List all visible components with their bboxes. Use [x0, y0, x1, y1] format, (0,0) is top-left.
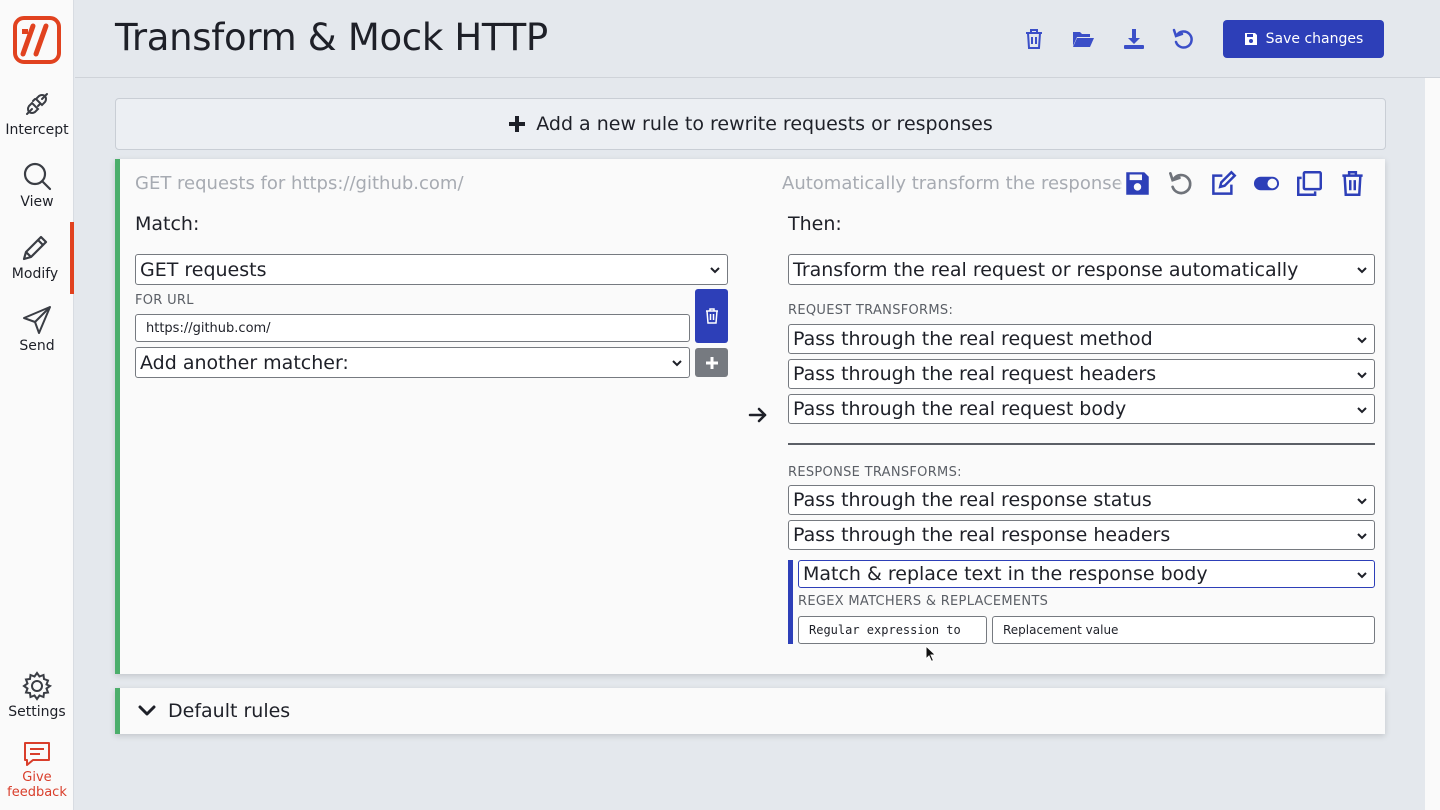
sidebar-item-label: Intercept — [5, 122, 69, 138]
save-button-label: Save changes — [1265, 31, 1364, 47]
feedback-icon — [24, 742, 50, 766]
sidebar-item-view[interactable]: View — [0, 160, 74, 230]
for-url-label: FOR URL — [135, 293, 194, 308]
undo-icon[interactable] — [1171, 27, 1195, 51]
default-rules-label: Default rules — [168, 700, 291, 722]
match-label: Match: — [135, 213, 200, 235]
action-select[interactable]: Transform the real request or response a… — [788, 254, 1375, 285]
edit-icon[interactable] — [1210, 170, 1237, 197]
sidebar-item-feedback[interactable]: Give feedback — [0, 740, 74, 810]
toggle-on-icon[interactable] — [1253, 170, 1280, 197]
page-title: Transform & Mock HTTP — [115, 16, 548, 59]
undo-icon[interactable] — [1167, 170, 1194, 197]
save-icon — [1244, 33, 1257, 45]
folder-open-icon[interactable] — [1071, 27, 1095, 51]
save-changes-button[interactable]: Save changes — [1223, 20, 1384, 58]
request-body-transform-select[interactable]: Pass through the real request body — [788, 394, 1375, 424]
regex-matchers-label: REGEX MATCHERS & REPLACEMENTS — [798, 594, 1049, 609]
header: Transform & Mock HTTP Save changes — [75, 0, 1440, 78]
sidebar-item-label: Settings — [8, 704, 66, 720]
sidebar-item-intercept[interactable]: Intercept — [0, 88, 74, 158]
save-icon[interactable] — [1124, 170, 1151, 197]
feedback-label: Give feedback — [0, 770, 74, 800]
download-icon[interactable] — [1122, 27, 1146, 51]
response-headers-transform-select[interactable]: Pass through the real response headers — [788, 520, 1375, 550]
paper-plane-icon — [23, 306, 51, 334]
chevron-down-icon — [672, 360, 682, 367]
delete-matcher-button[interactable] — [695, 289, 728, 343]
plus-icon — [509, 116, 526, 132]
regex-input[interactable]: Regular expression to — [798, 616, 987, 644]
search-icon — [23, 162, 52, 191]
divider — [788, 443, 1375, 445]
replacement-input[interactable]: Replacement value — [992, 616, 1375, 644]
app-logo-icon — [13, 16, 61, 64]
gear-icon — [22, 671, 53, 701]
response-body-transform-block: Match & replace text in the response bod… — [788, 560, 1375, 644]
request-transforms-label: REQUEST TRANSFORMS: — [788, 303, 954, 318]
feedback-label-line1: Give — [22, 770, 52, 785]
pencil-icon — [22, 235, 48, 261]
then-label: Then: — [788, 213, 842, 235]
add-matcher-select-value: Add another matcher: — [140, 351, 349, 374]
trash-icon[interactable] — [1022, 27, 1046, 51]
plus-icon — [705, 356, 718, 369]
add-matcher-button[interactable] — [695, 348, 728, 377]
select-value: Pass through the real request method — [793, 328, 1153, 350]
chevron-down-icon — [1357, 498, 1367, 505]
chevron-down-icon — [1357, 407, 1367, 414]
chevron-down-icon — [710, 267, 720, 274]
sidebar-item-label: Modify — [11, 266, 59, 282]
mouse-cursor-icon — [925, 645, 937, 663]
default-rules-toggle[interactable]: Default rules — [115, 688, 1385, 734]
trash-icon — [705, 308, 718, 324]
select-value: Pass through the real request headers — [793, 363, 1157, 385]
chevron-down-icon — [1357, 372, 1367, 379]
chevron-down-icon — [1357, 572, 1367, 579]
action-select-value: Transform the real request or response a… — [793, 258, 1299, 281]
clone-icon[interactable] — [1296, 170, 1323, 197]
request-headers-transform-select[interactable]: Pass through the real request headers — [788, 359, 1375, 389]
plug-icon — [26, 93, 48, 115]
rule-action-summary: Automatically transform the response — [782, 173, 1122, 194]
sidebar-item-settings[interactable]: Settings — [0, 670, 74, 740]
scrollbar[interactable] — [1425, 78, 1440, 810]
sidebar-item-modify[interactable]: Modify — [0, 222, 74, 294]
response-status-transform-select[interactable]: Pass through the real response status — [788, 485, 1375, 515]
response-body-transform-select[interactable]: Match & replace text in the response bod… — [798, 560, 1375, 588]
sidebar-item-label: Send — [19, 338, 55, 354]
trash-icon[interactable] — [1339, 170, 1366, 197]
sidebar-item-send[interactable]: Send — [0, 304, 74, 374]
select-value: Pass through the real response status — [793, 489, 1152, 511]
response-transforms-label: RESPONSE TRANSFORMS: — [788, 465, 962, 480]
rule-card: GET requests for https://github.com/ Aut… — [115, 159, 1385, 674]
url-input[interactable]: https://github.com/ — [135, 314, 690, 342]
arrow-right-icon — [748, 407, 767, 423]
add-rule-label: Add a new rule to rewrite requests or re… — [536, 113, 993, 135]
select-value: Pass through the real response headers — [793, 524, 1171, 546]
feedback-label-line2: feedback — [7, 785, 67, 800]
sidebar: Intercept View Modify Send Settings Give — [0, 0, 74, 810]
chevron-down-icon — [1357, 267, 1367, 274]
select-value: Pass through the real request body — [793, 398, 1127, 420]
sidebar-item-label: View — [20, 194, 54, 210]
select-value: Match & replace text in the response bod… — [803, 563, 1208, 585]
add-matcher-select[interactable]: Add another matcher: — [135, 347, 690, 378]
chevron-down-icon — [1357, 337, 1367, 344]
chevron-down-icon — [138, 705, 156, 716]
rule-actions — [1120, 170, 1366, 197]
request-method-transform-select[interactable]: Pass through the real request method — [788, 324, 1375, 354]
method-select-value: GET requests — [140, 258, 267, 281]
method-select[interactable]: GET requests — [135, 254, 728, 285]
chevron-down-icon — [1357, 533, 1367, 540]
rule-title[interactable]: GET requests for https://github.com/ — [135, 173, 464, 194]
add-rule-button[interactable]: Add a new rule to rewrite requests or re… — [115, 98, 1386, 150]
